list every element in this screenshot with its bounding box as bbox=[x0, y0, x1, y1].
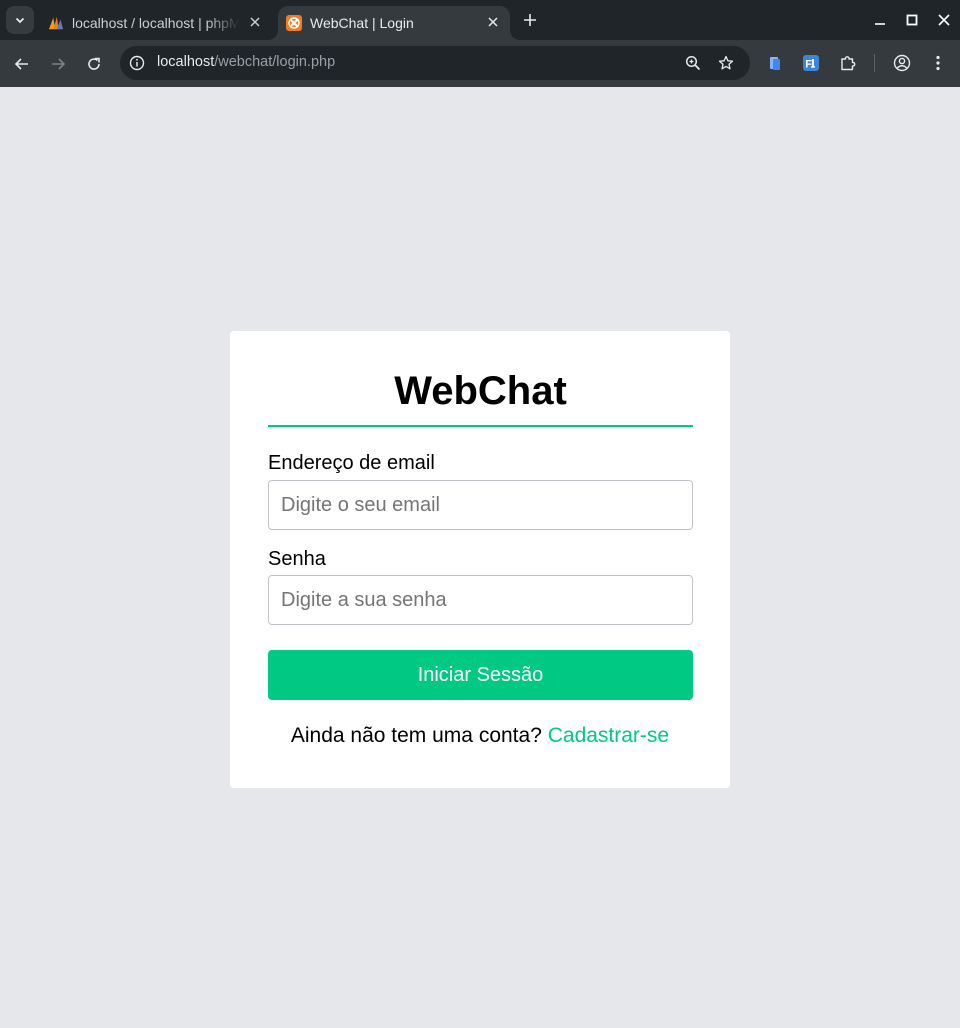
extension-docs-icon[interactable] bbox=[762, 50, 788, 76]
login-button[interactable]: Iniciar Sessão bbox=[268, 650, 693, 700]
close-icon bbox=[938, 14, 950, 26]
url-text[interactable]: localhost/webchat/login.php bbox=[157, 54, 335, 70]
forward-button[interactable] bbox=[44, 50, 72, 78]
phpmyadmin-icon bbox=[48, 15, 64, 31]
tab-strip: localhost / localhost | phpMyAdmin WebCh… bbox=[0, 0, 960, 40]
reload-button[interactable] bbox=[80, 50, 108, 78]
close-icon[interactable] bbox=[484, 13, 502, 31]
maximize-icon bbox=[906, 14, 918, 26]
svg-text:F: F bbox=[805, 59, 812, 71]
app-title: WebChat bbox=[394, 369, 567, 413]
profile-avatar-icon[interactable] bbox=[889, 50, 915, 76]
xampp-icon bbox=[286, 15, 302, 31]
arrow-right-icon bbox=[52, 58, 66, 70]
password-field[interactable] bbox=[268, 575, 693, 625]
address-bar[interactable]: localhost/webchat/login.php bbox=[120, 46, 750, 80]
tab-phpmyadmin[interactable]: localhost / localhost | phpMyAdmin bbox=[40, 6, 272, 40]
title-divider bbox=[268, 425, 693, 427]
chevron-down-icon bbox=[15, 17, 25, 24]
page-background: WebChat Endereço de email Senha Iniciar … bbox=[0, 87, 960, 1028]
tab-title: WebChat | Login bbox=[310, 15, 414, 31]
menu-kebab-icon[interactable] bbox=[925, 50, 951, 76]
new-tab-button[interactable] bbox=[518, 8, 542, 32]
tab-title: localhost / localhost | phpMyAdmin bbox=[72, 15, 240, 31]
toolbar-divider bbox=[874, 54, 875, 72]
bookmark-star-icon[interactable] bbox=[715, 52, 737, 74]
signup-prompt-text: Ainda não tem uma conta? bbox=[290, 724, 542, 747]
reload-icon bbox=[88, 57, 100, 70]
url-host: localhost bbox=[157, 54, 215, 70]
maximize-button[interactable] bbox=[900, 8, 924, 32]
tab-webchat-login[interactable]: WebChat | Login bbox=[268, 6, 520, 40]
email-label: Endereço de email bbox=[268, 452, 435, 474]
plus-icon bbox=[524, 14, 536, 26]
arrow-left-icon bbox=[14, 58, 28, 70]
password-label: Senha bbox=[268, 548, 326, 570]
tab-search-button[interactable] bbox=[6, 6, 34, 34]
minimize-button[interactable] bbox=[868, 8, 892, 32]
zoom-icon[interactable] bbox=[682, 52, 704, 74]
back-button[interactable] bbox=[8, 50, 36, 78]
url-path: /webchat/login.php bbox=[214, 54, 336, 70]
minimize-icon bbox=[875, 23, 885, 25]
email-field[interactable] bbox=[268, 480, 693, 530]
login-card: WebChat Endereço de email Senha Iniciar … bbox=[230, 331, 730, 788]
close-window-button[interactable] bbox=[932, 8, 956, 32]
signup-link[interactable]: Cadastrar-se bbox=[548, 724, 669, 747]
extension-translate-icon[interactable]: F bbox=[798, 50, 824, 76]
browser-toolbar: localhost/webchat/login.php F bbox=[0, 40, 960, 87]
extensions-puzzle-icon[interactable] bbox=[835, 50, 861, 76]
close-icon[interactable] bbox=[246, 13, 264, 31]
site-info-icon[interactable] bbox=[126, 52, 148, 74]
signup-prompt: Ainda não tem uma conta? Cadastrar-se bbox=[230, 724, 730, 748]
